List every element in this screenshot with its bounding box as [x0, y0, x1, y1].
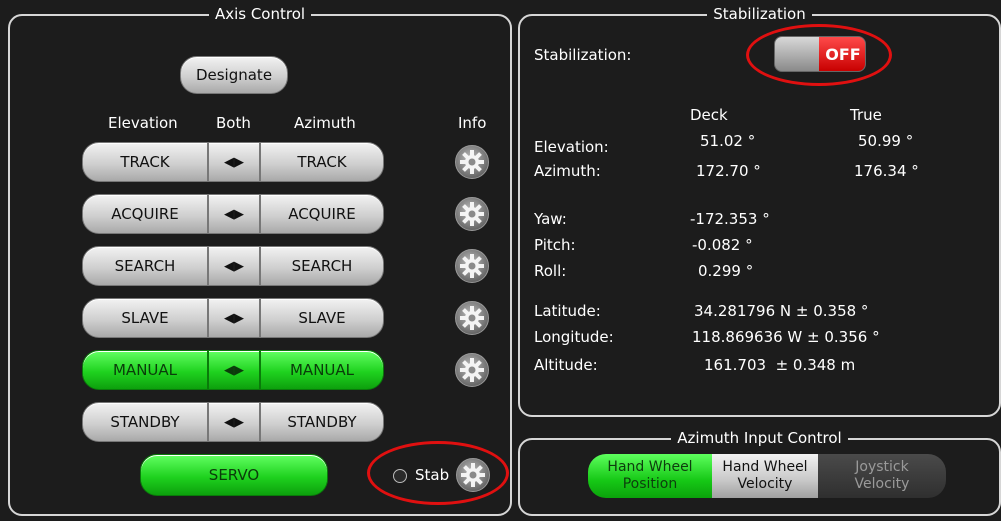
yaw-value: -172.353 °: [690, 210, 770, 228]
both-mode-button[interactable]: ◀▶: [208, 142, 260, 182]
header-both: Both: [216, 114, 251, 132]
both-mode-button[interactable]: ◀▶: [208, 246, 260, 286]
azimuth-mode-button[interactable]: ACQUIRE: [260, 194, 384, 234]
azimuth-mode-button[interactable]: SLAVE: [260, 298, 384, 338]
info-gear-icon[interactable]: [455, 301, 489, 335]
elevation-mode-button[interactable]: MANUAL: [82, 350, 208, 390]
option-line2: Position: [622, 476, 678, 492]
col-deck: Deck: [690, 106, 728, 124]
elevation-mode-button[interactable]: TRACK: [82, 142, 208, 182]
info-gear-icon[interactable]: [455, 249, 489, 283]
elevation-mode-button[interactable]: SEARCH: [82, 246, 208, 286]
altitude-value: 161.703 ± 0.348 m: [704, 356, 856, 374]
stabilization-toggle[interactable]: OFF: [774, 36, 866, 72]
azimuth-mode-button[interactable]: STANDBY: [260, 402, 384, 442]
azimuth-mode-button[interactable]: MANUAL: [260, 350, 384, 390]
roll-value: 0.299 °: [698, 262, 754, 280]
yaw-label: Yaw:: [534, 210, 567, 228]
azimuth-mode-button[interactable]: SEARCH: [260, 246, 384, 286]
azimuth-deck: 172.70 °: [696, 162, 761, 180]
both-mode-button[interactable]: ◀▶: [208, 194, 260, 234]
servo-button[interactable]: SERVO: [140, 454, 328, 496]
header-info: Info: [458, 114, 487, 132]
option-line1: Hand Wheel: [607, 459, 693, 475]
longitude-label: Longitude:: [534, 328, 614, 346]
info-gear-icon[interactable]: [455, 145, 489, 179]
hand-wheel-velocity-option[interactable]: Hand Wheel Velocity: [712, 454, 818, 498]
option-line1: Hand Wheel: [722, 459, 808, 475]
latitude-value: 34.281796 N ± 0.358 °: [694, 302, 869, 320]
azimuth-input-title: Azimuth Input Control: [671, 429, 848, 447]
designate-button[interactable]: Designate: [180, 56, 288, 94]
azimuth-label: Azimuth:: [534, 162, 601, 180]
pitch-value: -0.082 °: [692, 236, 753, 254]
altitude-label: Altitude:: [534, 356, 598, 374]
both-mode-button[interactable]: ◀▶: [208, 402, 260, 442]
elevation-true: 50.99 °: [858, 132, 914, 150]
pitch-label: Pitch:: [534, 236, 576, 254]
elevation-mode-button[interactable]: STANDBY: [82, 402, 208, 442]
stab-gear-icon[interactable]: [456, 458, 490, 492]
info-gear-icon[interactable]: [455, 197, 489, 231]
hand-wheel-position-option[interactable]: Hand Wheel Position: [588, 454, 712, 498]
axis-control-group: Axis Control Designate Elevation Both Az…: [8, 5, 512, 516]
stabilization-group: Stabilization Stabilization: OFF Deck Tr…: [518, 5, 1001, 417]
toggle-state: OFF: [819, 37, 865, 71]
option-line1: Joystick: [855, 459, 909, 475]
azimuth-mode-button[interactable]: TRACK: [260, 142, 384, 182]
stabilization-label: Stabilization:: [534, 46, 632, 64]
latitude-label: Latitude:: [534, 302, 601, 320]
azimuth-true: 176.34 °: [854, 162, 919, 180]
stabilization-title: Stabilization: [707, 5, 812, 23]
stab-label: Stab: [415, 466, 450, 484]
header-elevation: Elevation: [108, 114, 178, 132]
axis-control-title: Axis Control: [208, 5, 312, 23]
stab-radio[interactable]: [393, 469, 407, 483]
toggle-knob: [775, 37, 821, 71]
elevation-deck: 51.02 °: [700, 132, 756, 150]
info-gear-icon[interactable]: [455, 353, 489, 387]
col-true: True: [850, 106, 882, 124]
azimuth-input-group: Azimuth Input Control Hand Wheel Positio…: [518, 429, 1001, 516]
elevation-mode-button[interactable]: SLAVE: [82, 298, 208, 338]
both-mode-button[interactable]: ◀▶: [208, 298, 260, 338]
elevation-label: Elevation:: [534, 138, 609, 156]
joystick-velocity-option[interactable]: Joystick Velocity: [818, 454, 946, 498]
header-azimuth: Azimuth: [294, 114, 356, 132]
option-line2: Velocity: [737, 476, 793, 492]
elevation-mode-button[interactable]: ACQUIRE: [82, 194, 208, 234]
app-root: Axis Control Designate Elevation Both Az…: [0, 0, 1001, 521]
roll-label: Roll:: [534, 262, 567, 280]
longitude-value: 118.869636 W ± 0.356 °: [692, 328, 880, 346]
option-line2: Velocity: [854, 476, 910, 492]
both-mode-button[interactable]: ◀▶: [208, 350, 260, 390]
